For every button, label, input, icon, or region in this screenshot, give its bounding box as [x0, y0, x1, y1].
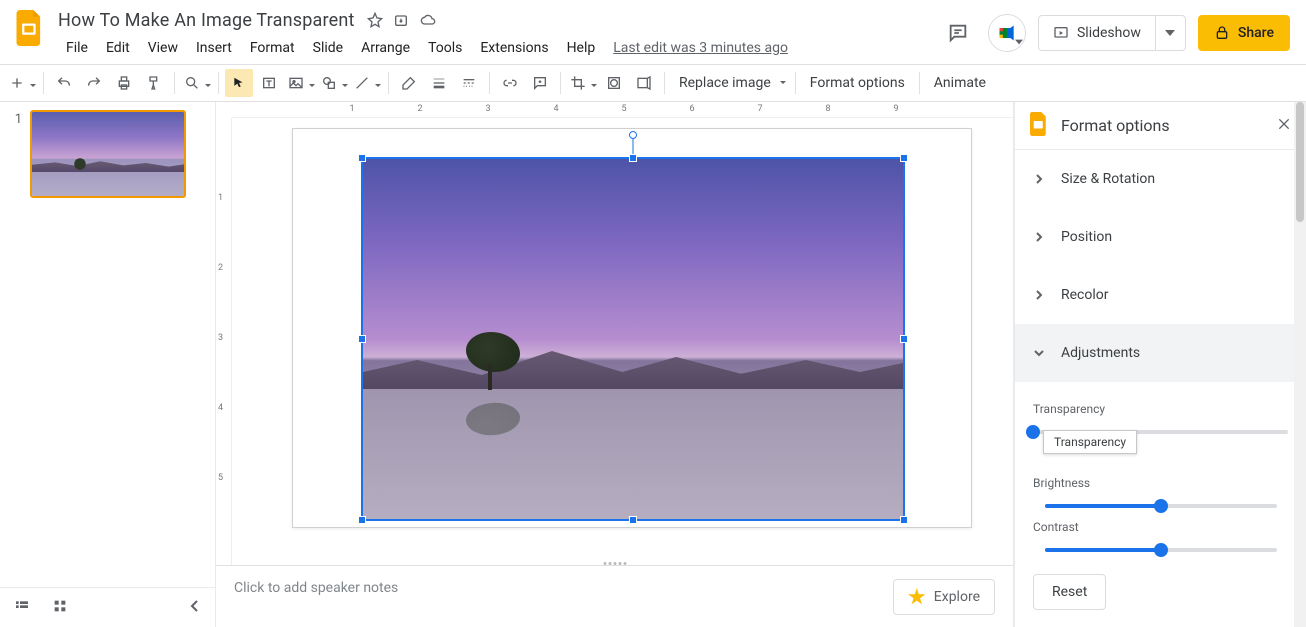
border-weight-button[interactable]: [425, 69, 453, 97]
menu-format[interactable]: Format: [242, 36, 303, 60]
brightness-label: Brightness: [1033, 476, 1288, 490]
resize-handle[interactable]: [900, 154, 908, 162]
contrast-label: Contrast: [1033, 520, 1288, 534]
move-icon[interactable]: [393, 12, 409, 28]
image-button[interactable]: [285, 69, 316, 97]
cloud-status-icon[interactable]: [419, 12, 437, 28]
sidebar-title: Format options: [1061, 116, 1170, 135]
slide-canvas[interactable]: [232, 118, 1013, 565]
resize-handle[interactable]: [358, 516, 366, 524]
contrast-slider[interactable]: [1045, 548, 1277, 552]
comments-icon[interactable]: [940, 15, 976, 51]
border-dash-button[interactable]: [455, 69, 483, 97]
star-icon[interactable]: [367, 12, 383, 28]
slide[interactable]: [292, 128, 972, 528]
sidebar-app-icon: [1029, 112, 1049, 140]
speaker-notes[interactable]: Click to add speaker notes Explore: [216, 565, 1013, 627]
format-options-button[interactable]: Format options: [802, 69, 913, 97]
chevron-right-icon: [1033, 289, 1045, 301]
chevron-right-icon: [1033, 231, 1045, 243]
crop-button[interactable]: [567, 69, 598, 97]
explore-button[interactable]: Explore: [893, 579, 995, 615]
share-label: Share: [1238, 25, 1274, 41]
resize-handle[interactable]: [900, 516, 908, 524]
textbox-button[interactable]: [255, 69, 283, 97]
slider-knob[interactable]: [1154, 543, 1168, 557]
toolbar: Replace image Format options Animate: [0, 64, 1306, 102]
rotate-handle[interactable]: [629, 131, 637, 139]
resize-handle[interactable]: [900, 335, 908, 343]
slideshow-label: Slideshow: [1077, 25, 1141, 41]
menu-edit[interactable]: Edit: [98, 36, 138, 60]
slide-thumbnail[interactable]: [30, 110, 186, 198]
brightness-slider[interactable]: [1045, 504, 1277, 508]
menu-help[interactable]: Help: [559, 36, 604, 60]
close-sidebar-icon[interactable]: [1276, 116, 1292, 136]
slideshow-dropdown[interactable]: [1155, 16, 1185, 50]
resize-handle[interactable]: [629, 516, 637, 524]
notes-placeholder: Click to add speaker notes: [234, 580, 398, 596]
filmstrip-view-icon[interactable]: [14, 598, 30, 618]
transparency-label: Transparency: [1033, 402, 1288, 416]
horizontal-ruler: 1 2 3 4 5 6 7 8 9: [232, 102, 1013, 118]
resize-handle[interactable]: [358, 154, 366, 162]
share-button[interactable]: Share: [1198, 15, 1290, 51]
slider-knob[interactable]: [1026, 425, 1040, 439]
menu-tools[interactable]: Tools: [420, 36, 470, 60]
meet-button[interactable]: [988, 14, 1026, 52]
section-position[interactable]: Position: [1015, 208, 1306, 266]
grid-view-icon[interactable]: [52, 598, 68, 618]
link-button[interactable]: [496, 69, 524, 97]
reset-image-button[interactable]: [630, 69, 658, 97]
print-button[interactable]: [110, 69, 138, 97]
last-edit-link[interactable]: Last edit was 3 minutes ago: [613, 40, 788, 56]
resize-handle[interactable]: [358, 335, 366, 343]
chevron-right-icon: [1033, 173, 1045, 185]
menu-arrange[interactable]: Arrange: [353, 36, 418, 60]
new-slide-button[interactable]: [6, 69, 37, 97]
line-button[interactable]: [351, 69, 382, 97]
slides-logo[interactable]: [10, 8, 50, 48]
slideshow-button[interactable]: Slideshow: [1039, 25, 1155, 41]
comment-button[interactable]: [526, 69, 554, 97]
collapse-filmstrip-icon[interactable]: [189, 599, 201, 617]
border-color-button[interactable]: [395, 69, 423, 97]
slider-knob[interactable]: [1154, 499, 1168, 513]
title-bar: How To Make An Image Transparent File Ed…: [0, 0, 1306, 64]
zoom-button[interactable]: [181, 69, 212, 97]
menu-view[interactable]: View: [140, 36, 186, 60]
sidebar-scrollbar[interactable]: [1294, 102, 1306, 627]
format-options-sidebar: Format options Size & Rotation Position …: [1014, 102, 1306, 627]
notes-drag-handle[interactable]: [603, 562, 626, 565]
transparency-tooltip: Transparency: [1043, 430, 1137, 454]
section-recolor[interactable]: Recolor: [1015, 266, 1306, 324]
filmstrip[interactable]: 1: [0, 102, 216, 627]
select-tool[interactable]: [225, 69, 253, 97]
chevron-down-icon: [1033, 347, 1045, 359]
paint-format-button[interactable]: [140, 69, 168, 97]
reset-button[interactable]: Reset: [1033, 574, 1106, 610]
shape-button[interactable]: [318, 69, 349, 97]
vertical-ruler: 1 2 3 4 5: [216, 118, 232, 565]
menu-file[interactable]: File: [58, 36, 96, 60]
explore-icon: [908, 588, 926, 606]
resize-handle[interactable]: [629, 154, 637, 162]
replace-image-button[interactable]: Replace image: [671, 69, 789, 97]
menu-insert[interactable]: Insert: [188, 36, 240, 60]
redo-button[interactable]: [80, 69, 108, 97]
undo-button[interactable]: [50, 69, 78, 97]
slide-number: 1: [10, 110, 22, 198]
animate-button[interactable]: Animate: [926, 69, 994, 97]
document-title[interactable]: How To Make An Image Transparent: [58, 10, 355, 31]
menu-slide[interactable]: Slide: [305, 36, 351, 60]
selected-image[interactable]: [363, 159, 903, 519]
section-adjustments[interactable]: Adjustments: [1015, 324, 1306, 382]
mask-button[interactable]: [600, 69, 628, 97]
section-size-rotation[interactable]: Size & Rotation: [1015, 150, 1306, 208]
menu-extensions[interactable]: Extensions: [472, 36, 556, 60]
